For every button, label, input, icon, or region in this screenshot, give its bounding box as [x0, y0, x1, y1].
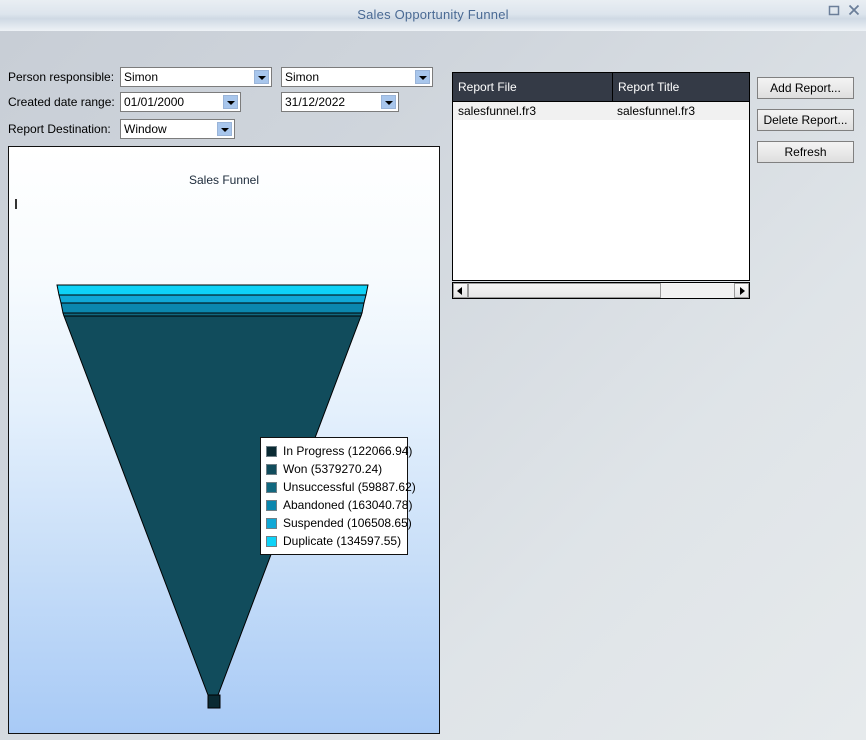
legend-swatch-suspended: [266, 517, 277, 529]
created-date-from-combo[interactable]: 01/01/2000: [120, 92, 241, 112]
delete-report-label: Delete Report...: [763, 113, 848, 127]
chevron-down-icon[interactable]: [415, 70, 430, 84]
person-responsible-label: Person responsible:: [8, 70, 115, 84]
legend-item: In Progress (122066.94): [266, 442, 412, 460]
legend-label-unsuccessful: Unsuccessful (59887.62): [283, 480, 416, 494]
window-titlebar: Sales Opportunity Funnel: [0, 0, 866, 32]
report-destination-value: Window: [124, 122, 167, 136]
report-destination-combo[interactable]: Window: [120, 119, 235, 139]
scrollbar-thumb[interactable]: [468, 283, 661, 298]
column-header-report-title[interactable]: Report Title: [612, 73, 749, 101]
report-list-header: Report File Report Title: [453, 73, 749, 102]
created-date-from-value: 01/01/2000: [124, 95, 185, 109]
legend-label-won: Won (5379270.24): [283, 462, 383, 476]
legend-swatch-in-progress: [266, 445, 277, 457]
funnel-segment-abandoned: [60, 302, 365, 314]
report-list-horizontal-scrollbar[interactable]: [452, 282, 750, 299]
report-list-panel[interactable]: Report File Report Title salesfunnel.fr3…: [452, 72, 750, 281]
created-date-to-value: 31/12/2022: [285, 95, 346, 109]
legend-item: Abandoned (163040.78): [266, 496, 412, 514]
legend-swatch-duplicate: [266, 535, 277, 547]
legend-label-abandoned: Abandoned (163040.78): [283, 498, 413, 512]
chevron-down-icon[interactable]: [254, 70, 269, 84]
report-destination-label: Report Destination:: [8, 122, 111, 136]
chevron-down-icon[interactable]: [381, 95, 396, 109]
cell-report-file: salesfunnel.fr3: [458, 104, 537, 118]
legend-item: Suspended (106508.65): [266, 514, 412, 532]
legend-swatch-unsuccessful: [266, 481, 277, 493]
legend-label-duplicate: Duplicate (134597.55): [283, 534, 402, 548]
legend-swatch-abandoned: [266, 499, 277, 511]
person-responsible-to-combo[interactable]: Simon: [281, 67, 433, 87]
cell-report-title: salesfunnel.fr3: [617, 104, 696, 118]
column-header-report-file[interactable]: Report File: [453, 73, 612, 101]
legend-label-in-progress: In Progress (122066.94): [283, 444, 413, 458]
window-title: Sales Opportunity Funnel: [357, 7, 509, 22]
person-responsible-to-value: Simon: [285, 70, 320, 84]
chart-panel: Sales Funnel In Progress (122066.94) Won…: [8, 146, 440, 734]
created-date-range-label: Created date range:: [8, 95, 115, 109]
delete-report-button[interactable]: Delete Report...: [757, 109, 854, 131]
add-report-label: Add Report...: [770, 81, 841, 95]
window-content: Person responsible: Simon Simon Created …: [0, 31, 866, 740]
legend-label-suspended: Suspended (106508.65): [283, 516, 412, 530]
scroll-left-icon[interactable]: [453, 283, 468, 298]
legend-item: Duplicate (134597.55): [266, 532, 402, 550]
chevron-down-icon[interactable]: [217, 122, 232, 136]
legend-item: Won (5379270.24): [266, 460, 402, 478]
legend-swatch-won: [266, 463, 277, 475]
report-list-rows: salesfunnel.fr3 salesfunnel.fr3: [453, 102, 749, 280]
funnel-segment-suspended: [58, 294, 367, 304]
refresh-button[interactable]: Refresh: [757, 141, 854, 163]
person-responsible-from-combo[interactable]: Simon: [120, 67, 272, 87]
restore-icon[interactable]: [826, 2, 842, 18]
chevron-down-icon[interactable]: [223, 95, 238, 109]
table-row[interactable]: salesfunnel.fr3 salesfunnel.fr3: [453, 102, 749, 120]
funnel-segment-duplicate: [56, 284, 369, 296]
legend-item: Unsuccessful (59887.62): [266, 478, 416, 496]
refresh-label: Refresh: [784, 145, 827, 159]
close-icon[interactable]: [846, 2, 862, 18]
funnel-segment-in-progress: [207, 694, 221, 709]
chart-legend: In Progress (122066.94) Won (5379270.24)…: [260, 437, 416, 555]
scroll-right-icon[interactable]: [734, 283, 749, 298]
created-date-to-combo[interactable]: 31/12/2022: [281, 92, 399, 112]
add-report-button[interactable]: Add Report...: [757, 77, 854, 99]
person-responsible-from-value: Simon: [124, 70, 159, 84]
